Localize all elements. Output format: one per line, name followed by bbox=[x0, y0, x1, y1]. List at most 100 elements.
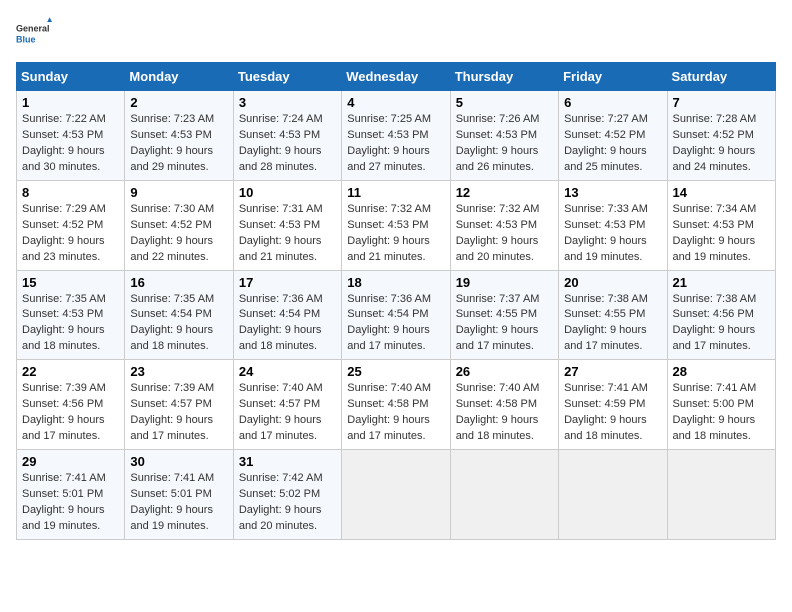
calendar-cell: 26 Sunrise: 7:40 AMSunset: 4:58 PMDayligh… bbox=[450, 360, 558, 450]
day-detail: Sunrise: 7:29 AMSunset: 4:52 PMDaylight:… bbox=[22, 202, 119, 266]
calendar-cell: 2Sunrise: 7:23 AMSunset: 4:53 PMDaylight… bbox=[125, 91, 233, 181]
header-row: SundayMondayTuesdayWednesdayThursdayFrid… bbox=[17, 63, 776, 91]
day-number: 18 bbox=[347, 275, 444, 290]
day-number: 26 bbox=[456, 364, 553, 379]
calendar-cell: 16 Sunrise: 7:35 AMSunset: 4:54 PMDayligh… bbox=[125, 270, 233, 360]
day-number: 30 bbox=[130, 454, 227, 469]
day-detail: Sunrise: 7:27 AMSunset: 4:52 PMDaylight:… bbox=[564, 112, 661, 176]
day-number: 5 bbox=[456, 95, 553, 110]
day-number: 8 bbox=[22, 185, 119, 200]
day-detail: Sunrise: 7:23 AMSunset: 4:53 PMDaylight:… bbox=[130, 112, 227, 176]
day-detail: Sunrise: 7:34 AMSunset: 4:53 PMDaylight:… bbox=[673, 202, 770, 266]
calendar-cell: 21Sunrise: 7:38 AMSunset: 4:56 PMDayligh… bbox=[667, 270, 775, 360]
page-header: General Blue bbox=[16, 16, 776, 52]
calendar-week-row: 29 Sunrise: 7:41 AMSunset: 5:01 PMDayligh… bbox=[17, 450, 776, 540]
calendar-cell: 20 Sunrise: 7:38 AMSunset: 4:55 PMDayligh… bbox=[559, 270, 667, 360]
calendar-week-row: 1Sunrise: 7:22 AMSunset: 4:53 PMDaylight… bbox=[17, 91, 776, 181]
calendar-cell: 7Sunrise: 7:28 AMSunset: 4:52 PMDaylight… bbox=[667, 91, 775, 181]
logo: General Blue bbox=[16, 16, 52, 52]
day-detail: Sunrise: 7:22 AMSunset: 4:53 PMDaylight:… bbox=[22, 112, 119, 176]
weekday-header: Monday bbox=[125, 63, 233, 91]
day-number: 20 bbox=[564, 275, 661, 290]
calendar-week-row: 8 Sunrise: 7:29 AMSunset: 4:52 PMDaylight… bbox=[17, 180, 776, 270]
calendar-week-row: 15 Sunrise: 7:35 AMSunset: 4:53 PMDayligh… bbox=[17, 270, 776, 360]
day-number: 28 bbox=[673, 364, 770, 379]
day-number: 27 bbox=[564, 364, 661, 379]
day-detail: Sunrise: 7:30 AMSunset: 4:52 PMDaylight:… bbox=[130, 202, 227, 266]
day-number: 29 bbox=[22, 454, 119, 469]
day-detail: Sunrise: 7:41 AMSunset: 5:01 PMDaylight:… bbox=[130, 471, 227, 535]
day-number: 24 bbox=[239, 364, 336, 379]
weekday-header: Wednesday bbox=[342, 63, 450, 91]
day-detail: Sunrise: 7:38 AMSunset: 4:55 PMDaylight:… bbox=[564, 292, 661, 356]
day-detail: Sunrise: 7:41 AMSunset: 4:59 PMDaylight:… bbox=[564, 381, 661, 445]
day-number: 3 bbox=[239, 95, 336, 110]
weekday-header: Sunday bbox=[17, 63, 125, 91]
day-number: 16 bbox=[130, 275, 227, 290]
calendar-cell: 31 Sunrise: 7:42 AMSunset: 5:02 PMDayligh… bbox=[233, 450, 341, 540]
day-detail: Sunrise: 7:33 AMSunset: 4:53 PMDaylight:… bbox=[564, 202, 661, 266]
weekday-header: Tuesday bbox=[233, 63, 341, 91]
calendar-cell: 23Sunrise: 7:39 AMSunset: 4:57 PMDayligh… bbox=[125, 360, 233, 450]
day-number: 15 bbox=[22, 275, 119, 290]
calendar-table: SundayMondayTuesdayWednesdayThursdayFrid… bbox=[16, 62, 776, 540]
day-detail: Sunrise: 7:42 AMSunset: 5:02 PMDaylight:… bbox=[239, 471, 336, 535]
day-detail: Sunrise: 7:25 AMSunset: 4:53 PMDaylight:… bbox=[347, 112, 444, 176]
weekday-header: Thursday bbox=[450, 63, 558, 91]
day-detail: Sunrise: 7:35 AMSunset: 4:54 PMDaylight:… bbox=[130, 292, 227, 356]
calendar-cell: 18 Sunrise: 7:36 AMSunset: 4:54 PMDayligh… bbox=[342, 270, 450, 360]
day-number: 31 bbox=[239, 454, 336, 469]
calendar-cell: 25Sunrise: 7:40 AMSunset: 4:58 PMDayligh… bbox=[342, 360, 450, 450]
day-number: 7 bbox=[673, 95, 770, 110]
calendar-cell: 8 Sunrise: 7:29 AMSunset: 4:52 PMDaylight… bbox=[17, 180, 125, 270]
calendar-cell: 22 Sunrise: 7:39 AMSunset: 4:56 PMDayligh… bbox=[17, 360, 125, 450]
calendar-cell: 3 Sunrise: 7:24 AMSunset: 4:53 PMDaylight… bbox=[233, 91, 341, 181]
day-number: 13 bbox=[564, 185, 661, 200]
day-detail: Sunrise: 7:38 AMSunset: 4:56 PMDaylight:… bbox=[673, 292, 770, 356]
calendar-cell bbox=[450, 450, 558, 540]
day-number: 14 bbox=[673, 185, 770, 200]
calendar-cell: 6 Sunrise: 7:27 AMSunset: 4:52 PMDaylight… bbox=[559, 91, 667, 181]
day-detail: Sunrise: 7:32 AMSunset: 4:53 PMDaylight:… bbox=[456, 202, 553, 266]
calendar-cell: 24Sunrise: 7:40 AMSunset: 4:57 PMDayligh… bbox=[233, 360, 341, 450]
day-detail: Sunrise: 7:32 AMSunset: 4:53 PMDaylight:… bbox=[347, 202, 444, 266]
day-detail: Sunrise: 7:31 AMSunset: 4:53 PMDaylight:… bbox=[239, 202, 336, 266]
calendar-cell: 5 Sunrise: 7:26 AMSunset: 4:53 PMDaylight… bbox=[450, 91, 558, 181]
day-number: 6 bbox=[564, 95, 661, 110]
day-detail: Sunrise: 7:40 AMSunset: 4:58 PMDaylight:… bbox=[347, 381, 444, 445]
calendar-cell: 11 Sunrise: 7:32 AMSunset: 4:53 PMDayligh… bbox=[342, 180, 450, 270]
calendar-cell: 17 Sunrise: 7:36 AMSunset: 4:54 PMDayligh… bbox=[233, 270, 341, 360]
day-detail: Sunrise: 7:37 AMSunset: 4:55 PMDaylight:… bbox=[456, 292, 553, 356]
calendar-cell: 14 Sunrise: 7:34 AMSunset: 4:53 PMDayligh… bbox=[667, 180, 775, 270]
calendar-week-row: 22 Sunrise: 7:39 AMSunset: 4:56 PMDayligh… bbox=[17, 360, 776, 450]
calendar-cell bbox=[667, 450, 775, 540]
day-detail: Sunrise: 7:24 AMSunset: 4:53 PMDaylight:… bbox=[239, 112, 336, 176]
day-detail: Sunrise: 7:26 AMSunset: 4:53 PMDaylight:… bbox=[456, 112, 553, 176]
calendar-cell: 29 Sunrise: 7:41 AMSunset: 5:01 PMDayligh… bbox=[17, 450, 125, 540]
calendar-cell: 9Sunrise: 7:30 AMSunset: 4:52 PMDaylight… bbox=[125, 180, 233, 270]
calendar-cell: 19 Sunrise: 7:37 AMSunset: 4:55 PMDayligh… bbox=[450, 270, 558, 360]
svg-text:Blue: Blue bbox=[16, 34, 36, 44]
day-detail: Sunrise: 7:36 AMSunset: 4:54 PMDaylight:… bbox=[239, 292, 336, 356]
calendar-cell: 1Sunrise: 7:22 AMSunset: 4:53 PMDaylight… bbox=[17, 91, 125, 181]
day-number: 11 bbox=[347, 185, 444, 200]
day-detail: Sunrise: 7:40 AMSunset: 4:58 PMDaylight:… bbox=[456, 381, 553, 445]
calendar-cell bbox=[342, 450, 450, 540]
day-detail: Sunrise: 7:39 AMSunset: 4:56 PMDaylight:… bbox=[22, 381, 119, 445]
day-number: 23 bbox=[130, 364, 227, 379]
calendar-cell: 10Sunrise: 7:31 AMSunset: 4:53 PMDayligh… bbox=[233, 180, 341, 270]
calendar-cell: 12Sunrise: 7:32 AMSunset: 4:53 PMDayligh… bbox=[450, 180, 558, 270]
day-detail: Sunrise: 7:36 AMSunset: 4:54 PMDaylight:… bbox=[347, 292, 444, 356]
day-detail: Sunrise: 7:35 AMSunset: 4:53 PMDaylight:… bbox=[22, 292, 119, 356]
calendar-cell bbox=[559, 450, 667, 540]
weekday-header: Saturday bbox=[667, 63, 775, 91]
day-number: 17 bbox=[239, 275, 336, 290]
logo-icon: General Blue bbox=[16, 16, 52, 52]
calendar-cell: 28 Sunrise: 7:41 AMSunset: 5:00 PMDayligh… bbox=[667, 360, 775, 450]
day-detail: Sunrise: 7:41 AMSunset: 5:01 PMDaylight:… bbox=[22, 471, 119, 535]
weekday-header: Friday bbox=[559, 63, 667, 91]
day-detail: Sunrise: 7:41 AMSunset: 5:00 PMDaylight:… bbox=[673, 381, 770, 445]
day-number: 4 bbox=[347, 95, 444, 110]
day-number: 22 bbox=[22, 364, 119, 379]
day-number: 19 bbox=[456, 275, 553, 290]
